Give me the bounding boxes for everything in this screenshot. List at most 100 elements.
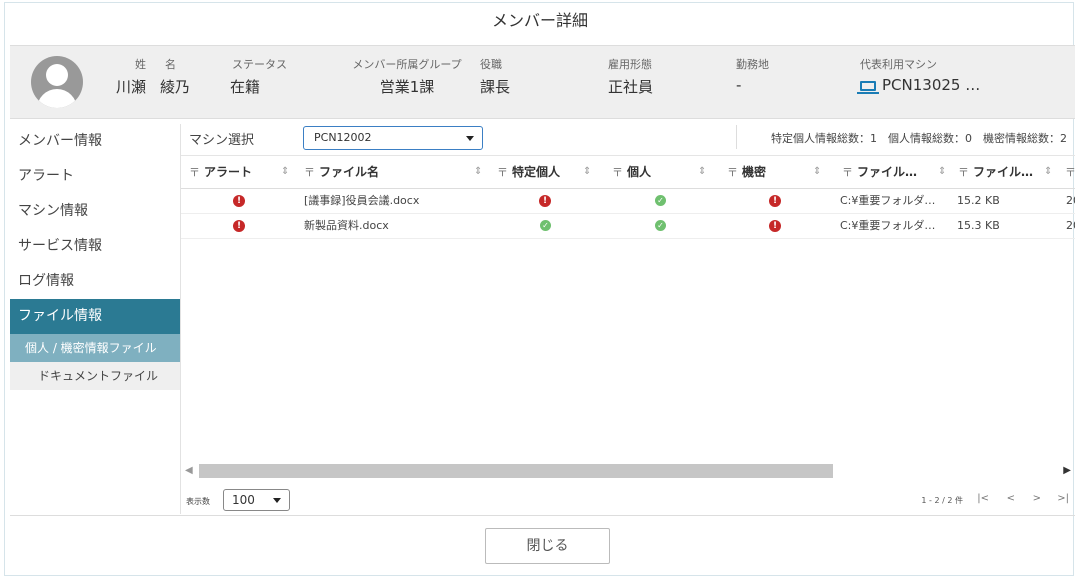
member-detail-dialog: メンバー詳細 姓 川瀬 名 綾乃 ステータス 在籍 メンバー所属グループ 営業1… xyxy=(4,2,1075,576)
sort-icon[interactable]: ⇕ xyxy=(698,156,706,188)
given-name-label: 名 xyxy=(165,58,176,71)
file-path-cell: C:¥重要フォルダ… xyxy=(840,194,936,207)
alert-error-icon: ! xyxy=(233,195,245,207)
location-label: 勤務地 xyxy=(736,58,769,71)
info-counts: 特定個人情報総数：1 個人情報総数：0 機密情報総数：2 xyxy=(771,132,1067,145)
prev-page-button[interactable]: < xyxy=(1007,493,1015,504)
scroll-right-icon[interactable]: ▶ xyxy=(1063,465,1071,476)
file-size-cell: 15.2 KB xyxy=(957,194,1000,207)
filter-icon[interactable]: 〒 xyxy=(612,166,623,179)
employment-label: 雇用形態 xyxy=(608,58,652,71)
sidebar-item-machine-info[interactable]: マシン情報 xyxy=(10,194,180,229)
surname-value: 川瀬 xyxy=(115,78,146,96)
confidential-error-icon: ! xyxy=(769,220,781,232)
sidebar-item-alert[interactable]: アラート xyxy=(10,159,180,194)
status-label: ステータス xyxy=(232,58,287,71)
main-panel: マシン選択 PCN12002 特定個人情報総数：1 個人情報総数：0 機密情報総… xyxy=(181,119,1075,515)
machine-link[interactable]: PCN13025 … xyxy=(857,76,981,94)
machine-select-label: マシン選択 xyxy=(189,133,255,148)
rows-per-page-label: 表示数 xyxy=(186,497,210,506)
sidebar-item-log-info[interactable]: ログ情報 xyxy=(10,264,180,299)
file-size-cell: 15.3 KB xyxy=(957,219,1000,232)
personal-ok-icon: ✓ xyxy=(655,220,666,231)
avatar-head xyxy=(46,64,68,86)
dialog-title: メンバー詳細 xyxy=(491,11,588,30)
sidebar-subitem-document-files[interactable]: ドキュメントファイル xyxy=(10,362,180,390)
given-name-field: 名 綾乃 xyxy=(160,56,190,97)
sidebar-item-service-info[interactable]: サービス情報 xyxy=(10,229,180,264)
machine-value: PCN13025 … xyxy=(882,76,981,94)
next-page-button[interactable]: > xyxy=(1033,493,1041,504)
filename-cell: [議事録]役員会議.docx xyxy=(304,194,420,207)
filter-icon[interactable]: 〒 xyxy=(1065,166,1075,179)
status-value: 在籍 xyxy=(230,78,261,96)
filter-icon[interactable]: 〒 xyxy=(189,166,200,179)
first-page-button[interactable]: |< xyxy=(977,493,989,504)
rows-per-page-select[interactable]: 100 xyxy=(223,489,290,511)
avatar-body xyxy=(37,89,77,108)
file-path-cell: C:¥重要フォルダ… xyxy=(840,219,936,232)
sort-icon[interactable]: ⇕ xyxy=(938,156,946,188)
machine-select[interactable]: PCN12002 xyxy=(303,126,483,150)
column-header-filename[interactable]: 〒ファイル名 ⇕ xyxy=(304,156,482,188)
extra-cell: 20 xyxy=(1066,219,1075,232)
scroll-thumb[interactable] xyxy=(199,464,833,478)
sort-icon[interactable]: ⇕ xyxy=(1044,156,1052,188)
scroll-left-icon[interactable]: ◀ xyxy=(185,465,193,476)
filter-icon[interactable]: 〒 xyxy=(727,166,738,179)
confidential-error-icon: ! xyxy=(769,195,781,207)
file-table: 〒アラート ⇕ 〒ファイル名 ⇕ 〒特定個人 ⇕ 〒個人 ⇕ 〒機密 ⇕ 〒ファイル… ⇕ xyxy=(181,156,1075,486)
sort-icon[interactable]: ⇕ xyxy=(813,156,821,188)
column-header-file-size[interactable]: 〒ファイル… ⇕ xyxy=(958,156,1052,188)
alert-error-icon: ! xyxy=(233,220,245,232)
horizontal-scrollbar[interactable]: ◀ ▶ xyxy=(181,462,1075,480)
caret-down-icon xyxy=(466,136,474,141)
last-page-button[interactable]: >| xyxy=(1057,493,1069,504)
role-label: 役職 xyxy=(480,58,502,71)
extra-cell: 20 xyxy=(1066,194,1075,207)
sidebar-subitem-personal-confidential-files[interactable]: 個人 / 機密情報ファイル xyxy=(10,334,180,362)
group-value: 営業1課 xyxy=(379,78,435,96)
table-row[interactable]: ! 新製品資料.docx ✓ ✓ ! C:¥重要フォルダ… 15.3 KB 20 xyxy=(181,214,1075,239)
filename-cell: 新製品資料.docx xyxy=(304,219,389,232)
employment-value: 正社員 xyxy=(608,78,654,96)
filter-icon[interactable]: 〒 xyxy=(304,166,315,179)
column-header-specific-personal[interactable]: 〒特定個人 ⇕ xyxy=(497,156,591,188)
filter-icon[interactable]: 〒 xyxy=(497,166,508,179)
caret-down-icon xyxy=(273,498,281,503)
toolbar-divider xyxy=(736,125,737,149)
column-header-file-path[interactable]: 〒ファイル… ⇕ xyxy=(842,156,946,188)
sidebar: メンバー情報 アラート マシン情報 サービス情報 ログ情報 ファイル情報 個人 … xyxy=(10,124,181,514)
group-field: メンバー所属グループ 営業1課 xyxy=(344,56,470,97)
personal-ok-icon: ✓ xyxy=(655,195,666,206)
sort-icon[interactable]: ⇕ xyxy=(583,156,591,188)
footer-divider xyxy=(10,515,1075,516)
filter-icon[interactable]: 〒 xyxy=(958,166,969,179)
location-value: - xyxy=(736,76,742,94)
rows-per-page-value: 100 xyxy=(232,493,255,507)
sort-icon[interactable]: ⇕ xyxy=(474,156,482,188)
employment-field: 雇用形態 正社員 xyxy=(608,56,653,97)
filter-icon[interactable]: 〒 xyxy=(842,166,853,179)
machine-label: 代表利用マシン xyxy=(860,58,937,71)
sidebar-item-member-info[interactable]: メンバー情報 xyxy=(10,124,180,159)
toolbar: マシン選択 PCN12002 特定個人情報総数：1 個人情報総数：0 機密情報総… xyxy=(181,119,1075,156)
sidebar-item-file-info[interactable]: ファイル情報 xyxy=(10,299,180,334)
column-header-alert[interactable]: 〒アラート ⇕ xyxy=(189,156,289,188)
column-header-personal[interactable]: 〒個人 ⇕ xyxy=(612,156,706,188)
table-row[interactable]: ! [議事録]役員会議.docx ! ✓ ! C:¥重要フォルダ… 15.2 K… xyxy=(181,189,1075,214)
laptop-icon xyxy=(857,80,879,94)
specific-ok-icon: ✓ xyxy=(540,220,551,231)
role-field: 役職 課長 xyxy=(480,56,510,97)
close-button[interactable]: 閉じる xyxy=(485,528,610,564)
group-label: メンバー所属グループ xyxy=(352,58,462,71)
page-info: 1 - 2 / 2 件 xyxy=(921,496,963,505)
specific-error-icon: ! xyxy=(539,195,551,207)
sort-icon[interactable]: ⇕ xyxy=(281,156,289,188)
column-header-confidential[interactable]: 〒機密 ⇕ xyxy=(727,156,821,188)
given-name-value: 綾乃 xyxy=(160,78,191,96)
surname-field: 姓 川瀬 xyxy=(88,56,146,97)
avatar xyxy=(31,56,83,108)
pager: 表示数 100 1 - 2 / 2 件 |< < > >| xyxy=(181,485,1075,515)
column-header-more[interactable]: 〒 xyxy=(1065,156,1075,188)
